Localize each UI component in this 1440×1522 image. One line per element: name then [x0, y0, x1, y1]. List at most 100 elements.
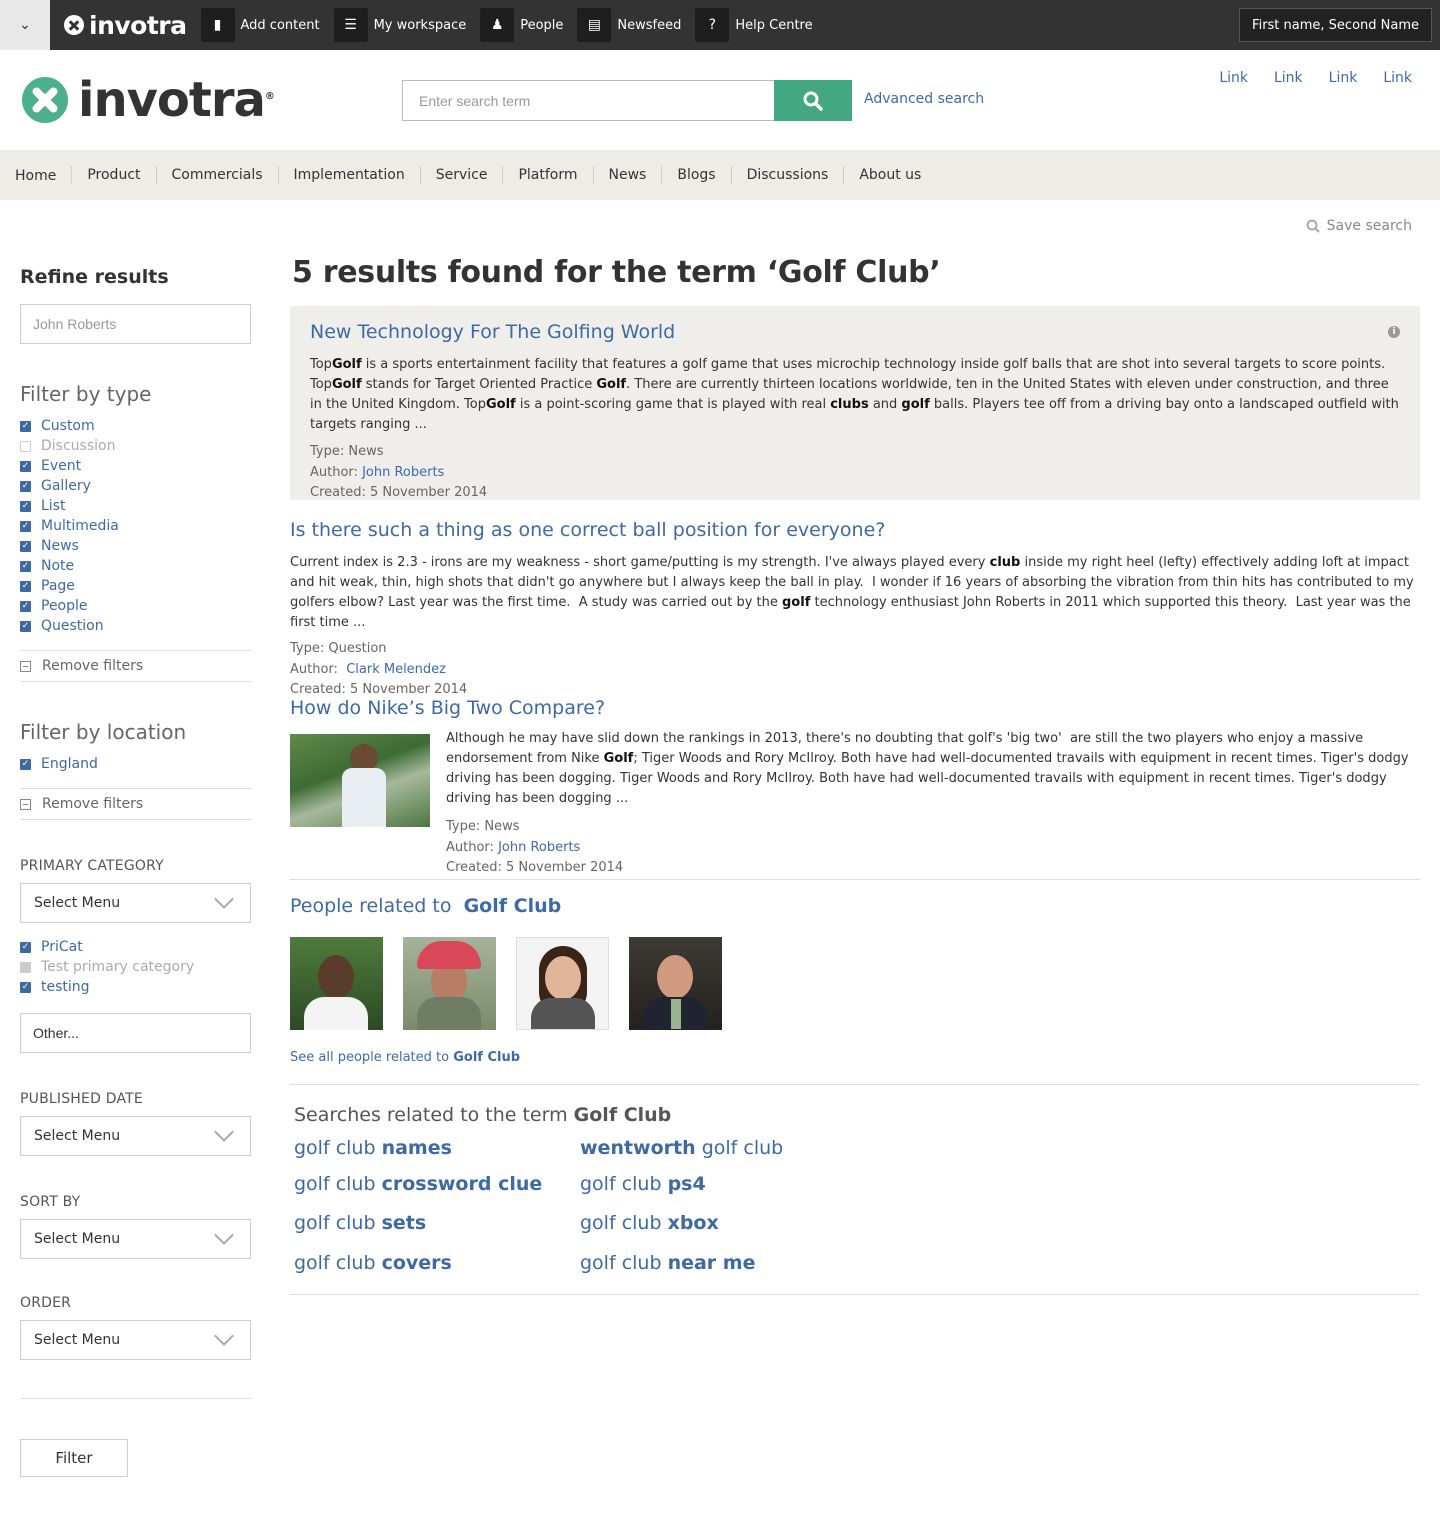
sort-by-select[interactable]: Select Menu — [20, 1219, 251, 1259]
other-category-input[interactable]: Other... — [20, 1013, 251, 1053]
type-checkbox-event[interactable]: ✓ Event — [20, 456, 251, 476]
type-checkbox-page[interactable]: ✓ Page — [20, 576, 251, 596]
info-icon[interactable]: i — [1388, 326, 1400, 338]
save-search-button[interactable]: Save search — [1306, 218, 1412, 234]
related-search-link[interactable]: golf club crossword clue — [294, 1173, 542, 1195]
nav-about-us[interactable]: About us — [843, 166, 936, 184]
nav-home[interactable]: Home — [0, 167, 71, 185]
result-title-link[interactable]: How do Nike’s Big Two Compare? — [290, 697, 1420, 719]
nav-service[interactable]: Service — [419, 166, 503, 184]
header-link[interactable]: Link — [1329, 70, 1358, 86]
nav-news[interactable]: News — [592, 166, 662, 184]
toolbar-add-content[interactable]: ▮ Add content — [200, 0, 334, 50]
checkbox-unchecked-icon — [20, 440, 31, 452]
search-result-featured: New Technology For The Golfing World i T… — [290, 306, 1420, 500]
admin-toolbar: ⌄ invotra ▮ Add content ☰ My workspace ♟ Pe… — [0, 0, 1440, 50]
type-checkbox-custom[interactable]: ✓ Custom — [20, 416, 251, 436]
toolbar-logo[interactable]: invotra — [50, 0, 201, 50]
divider — [20, 1398, 251, 1399]
minus-square-icon — [20, 798, 31, 810]
related-people-list — [290, 937, 722, 1030]
type-checkbox-news[interactable]: ✓ News — [20, 536, 251, 556]
result-snippet: Although he may have slid down the ranki… — [446, 731, 1409, 806]
type-checkbox-people[interactable]: ✓ People — [20, 596, 251, 616]
type-checkbox-list[interactable]: ✓ List — [20, 496, 251, 516]
author-link[interactable]: John Roberts — [498, 840, 580, 855]
nav-product[interactable]: Product — [71, 166, 155, 184]
chevron-down-icon — [214, 889, 234, 909]
checkbox-checked-icon: ✓ — [20, 620, 31, 632]
avatar[interactable] — [403, 937, 496, 1030]
order-select[interactable]: Select Menu — [20, 1320, 251, 1360]
related-search-link[interactable]: golf club covers — [294, 1252, 452, 1274]
filter-button[interactable]: Filter — [20, 1439, 128, 1477]
related-search-link[interactable]: golf club sets — [294, 1212, 426, 1234]
author-link[interactable]: Clark Melendez — [346, 662, 446, 677]
minus-square-icon — [20, 660, 31, 672]
remove-filters-button[interactable]: Remove filters — [20, 650, 251, 682]
type-checkbox-gallery[interactable]: ✓ Gallery — [20, 476, 251, 496]
chevron-down-icon — [214, 1122, 234, 1142]
nav-blogs[interactable]: Blogs — [661, 166, 730, 184]
category-checkbox-test[interactable]: Test primary category — [20, 957, 251, 977]
header-link[interactable]: Link — [1274, 70, 1303, 86]
checkbox-checked-icon: ✓ — [20, 600, 31, 612]
name-filter-input[interactable]: John Roberts — [20, 304, 251, 344]
type-checkbox-discussion[interactable]: Discussion — [20, 436, 251, 456]
remove-location-filters-button[interactable]: Remove filters — [20, 788, 251, 820]
related-search-link[interactable]: golf club ps4 — [580, 1173, 706, 1195]
avatar[interactable] — [290, 937, 383, 1030]
result-title-link[interactable]: Is there such a thing as one correct bal… — [290, 519, 1420, 541]
result-title-link[interactable]: New Technology For The Golfing World — [310, 321, 1400, 343]
type-filter-list: ✓ Custom Discussion ✓ Event ✓ Gallery ✓ List ✓ Mul… — [20, 416, 251, 636]
related-search-link[interactable]: golf club names — [294, 1137, 452, 1159]
user-menu-button[interactable]: First name, Second Name — [1239, 8, 1432, 42]
search-button[interactable] — [774, 80, 852, 121]
results-heading: 5 results found for the term ‘Golf Club’ — [292, 255, 941, 290]
search-result: Is there such a thing as one correct bal… — [290, 519, 1420, 701]
toolbar-my-workspace[interactable]: ☰ My workspace — [333, 0, 481, 50]
type-checkbox-question[interactable]: ✓ Question — [20, 616, 251, 636]
related-search-link[interactable]: golf club xbox — [580, 1212, 719, 1234]
nav-commercials[interactable]: Commercials — [155, 166, 278, 184]
result-meta: Type: News Author: John Roberts Created:… — [310, 444, 488, 500]
help-icon: ? — [695, 8, 730, 42]
header-links: Link Link Link Link — [1193, 70, 1412, 86]
location-checkbox-england[interactable]: ✓ England — [20, 754, 251, 774]
nav-platform[interactable]: Platform — [502, 166, 592, 184]
newspaper-icon: ▤ — [577, 8, 612, 42]
search-input[interactable]: Enter search term — [402, 80, 774, 121]
checkbox-checked-icon: ✓ — [20, 540, 31, 552]
primary-category-select[interactable]: Select Menu — [20, 883, 251, 923]
category-checkbox-pricat[interactable]: ✓ PriCat — [20, 937, 251, 957]
toolbar-help-centre[interactable]: ? Help Centre — [695, 0, 826, 50]
toolbar-people[interactable]: ♟ People — [480, 0, 577, 50]
related-searches-heading: Searches related to the term Golf Club — [294, 1104, 672, 1126]
people-icon: ♟ — [480, 8, 515, 42]
toolbar-toggle-button[interactable]: ⌄ — [0, 0, 50, 50]
chevron-down-icon: ⌄ — [19, 17, 31, 33]
avatar[interactable] — [629, 937, 722, 1030]
type-checkbox-multimedia[interactable]: ✓ Multimedia — [20, 516, 251, 536]
category-checkbox-testing[interactable]: ✓ testing — [20, 977, 251, 997]
nav-discussions[interactable]: Discussions — [730, 166, 844, 184]
type-checkbox-note[interactable]: ✓ Note — [20, 556, 251, 576]
author-link[interactable]: John Roberts — [362, 465, 444, 480]
header-link[interactable]: Link — [1383, 70, 1412, 86]
header-link[interactable]: Link — [1219, 70, 1248, 86]
avatar[interactable] — [516, 937, 609, 1030]
related-search-link[interactable]: golf club near me — [580, 1252, 755, 1274]
checkbox-checked-icon: ✓ — [20, 560, 31, 572]
advanced-search-link[interactable]: Advanced search — [864, 91, 984, 107]
site-logo[interactable]: invotra® — [22, 72, 275, 128]
document-icon: ▮ — [200, 8, 235, 42]
search-result: How do Nike’s Big Two Compare? Although … — [290, 697, 1420, 879]
toolbar-newsfeed[interactable]: ▤ Newsfeed — [577, 0, 695, 50]
see-all-people-link[interactable]: See all people related to Golf Club — [290, 1050, 520, 1065]
search-icon — [803, 91, 823, 111]
published-date-select[interactable]: Select Menu — [20, 1116, 251, 1156]
divider — [290, 1294, 1420, 1295]
result-thumbnail-image[interactable] — [290, 734, 430, 827]
related-search-link[interactable]: wentworth golf club — [580, 1137, 783, 1159]
nav-implementation[interactable]: Implementation — [277, 166, 420, 184]
